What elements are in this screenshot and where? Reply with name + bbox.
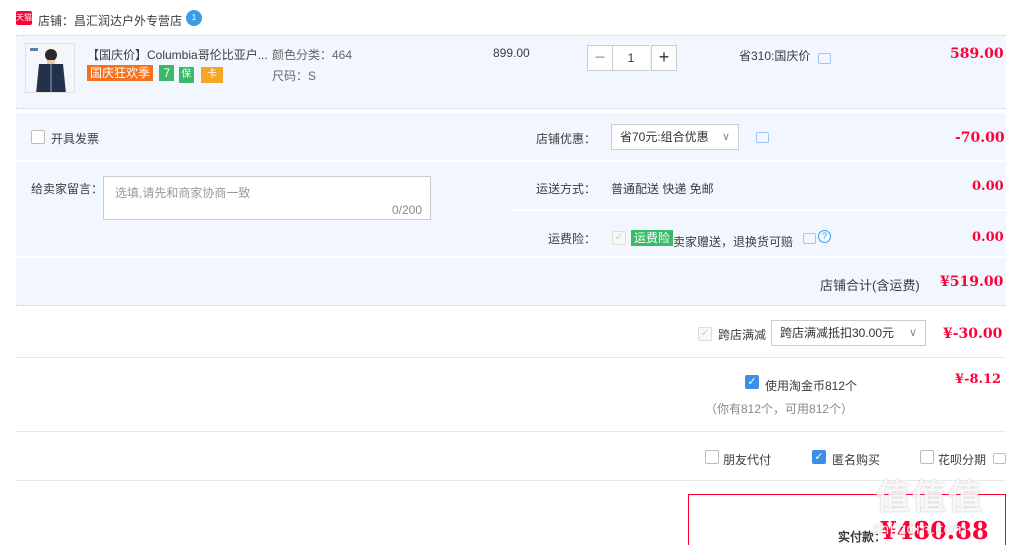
huabei-checkbox[interactable] — [920, 450, 934, 464]
watermark-url: zhi.zdm.com — [872, 520, 968, 538]
store-discount-label: 店铺优惠： — [536, 132, 597, 146]
chevron-down-icon: ∨ — [908, 327, 917, 339]
subtotal-label: 店铺合计(含运费) — [820, 278, 920, 293]
jacket-image-icon — [26, 44, 74, 92]
item-total: 589.00 — [950, 46, 1004, 62]
cross-store-label: 跨店满减 — [718, 328, 767, 342]
subtotal-amount: ¥519.00 — [940, 274, 1004, 290]
divider — [16, 357, 1006, 358]
promo-tag: 国庆狂欢季 — [87, 65, 153, 81]
taojinbi-note: （你有812个，可用812个） — [705, 402, 854, 416]
chat-badge-icon[interactable]: 1 — [186, 10, 202, 26]
shipping-label: 运送方式： — [536, 182, 597, 196]
taojinbi-checkbox[interactable]: ✓ — [745, 375, 759, 389]
chat-icon[interactable] — [756, 132, 769, 143]
help-icon[interactable]: ? — [818, 230, 831, 243]
product-thumbnail[interactable] — [25, 43, 75, 93]
chevron-down-icon: ∨ — [721, 131, 730, 143]
seven-day-return-icon: 7 — [159, 65, 175, 81]
chat-icon[interactable] — [993, 453, 1006, 464]
taojinbi-label[interactable]: 使用淘金币812个 — [765, 377, 857, 394]
invoice-label[interactable]: 开具发票 — [51, 130, 99, 147]
divider — [16, 160, 510, 162]
divider — [16, 431, 1006, 432]
cross-store-amount: ¥-30.00 — [943, 326, 1003, 342]
quantity-stepper: − 1 + — [587, 45, 677, 71]
item-title[interactable]: 【国庆价】Columbia哥伦比亚户... — [87, 46, 268, 63]
increment-button[interactable]: + — [651, 45, 677, 71]
decrement-button[interactable]: − — [587, 45, 613, 71]
store-discount-select[interactable]: 省70元:组合优惠 ∨ — [611, 124, 739, 150]
cross-store-value: 跨店满减抵扣30.00元 — [780, 326, 895, 340]
insurance-amount: 0.00 — [972, 230, 1004, 245]
insurance-checkbox: ✓ — [612, 231, 626, 245]
friend-pay-checkbox[interactable] — [705, 450, 719, 464]
store-discount-amount: -70.00 — [955, 130, 1005, 146]
cross-store-select[interactable]: 跨店满减抵扣30.00元 ∨ — [771, 320, 926, 346]
chat-icon[interactable] — [803, 233, 816, 244]
sku-color: 颜色分类：464 — [272, 48, 353, 62]
message-label: 给卖家留言： — [31, 182, 104, 196]
store-discount-value: 省70元:组合优惠 — [620, 130, 709, 144]
insurance-text: 卖家赠送，退换货可赔 — [673, 235, 794, 249]
friend-pay-label[interactable]: 朋友代付 — [723, 451, 771, 468]
insurance-tag: 运费险 — [631, 230, 674, 246]
message-placeholder: 选填,请先和商家协商一致 — [115, 186, 251, 200]
sku-size: 尺码：S — [272, 69, 317, 83]
card-icon: 卡 — [201, 67, 224, 83]
discount-note: 省310:国庆价 — [739, 49, 811, 63]
invoice-checkbox[interactable] — [31, 130, 45, 144]
message-counter: 0/200 — [391, 203, 422, 217]
shipping-value: 普通配送 快递 免邮 — [611, 182, 714, 196]
anonymous-label[interactable]: 匿名购买 — [832, 451, 880, 468]
item-tags: 国庆狂欢季 7 保 卡 — [87, 65, 224, 83]
shipping-amount: 0.00 — [972, 179, 1004, 194]
unit-price: 899.00 — [493, 46, 530, 60]
chat-icon[interactable] — [818, 53, 831, 64]
shop-name[interactable]: 店铺：昌汇润达户外专营店 — [38, 12, 182, 29]
cross-store-checkbox: ✓ — [698, 327, 712, 341]
divider — [510, 160, 1006, 162]
guarantee-icon: 保 — [178, 67, 194, 83]
watermark-logo: 值值值 — [876, 478, 984, 518]
huabei-label[interactable]: 花呗分期 — [938, 451, 986, 468]
taojinbi-amount: ¥-8.12 — [955, 372, 1002, 387]
message-textarea[interactable]: 选填,请先和商家协商一致 0/200 — [103, 176, 431, 220]
anonymous-checkbox[interactable]: ✓ — [812, 450, 826, 464]
insurance-label: 运费险： — [548, 232, 597, 246]
quantity-input[interactable]: 1 — [613, 45, 649, 71]
divider — [510, 209, 1006, 211]
tmall-logo: 天猫 — [16, 11, 32, 25]
divider — [16, 480, 1006, 481]
